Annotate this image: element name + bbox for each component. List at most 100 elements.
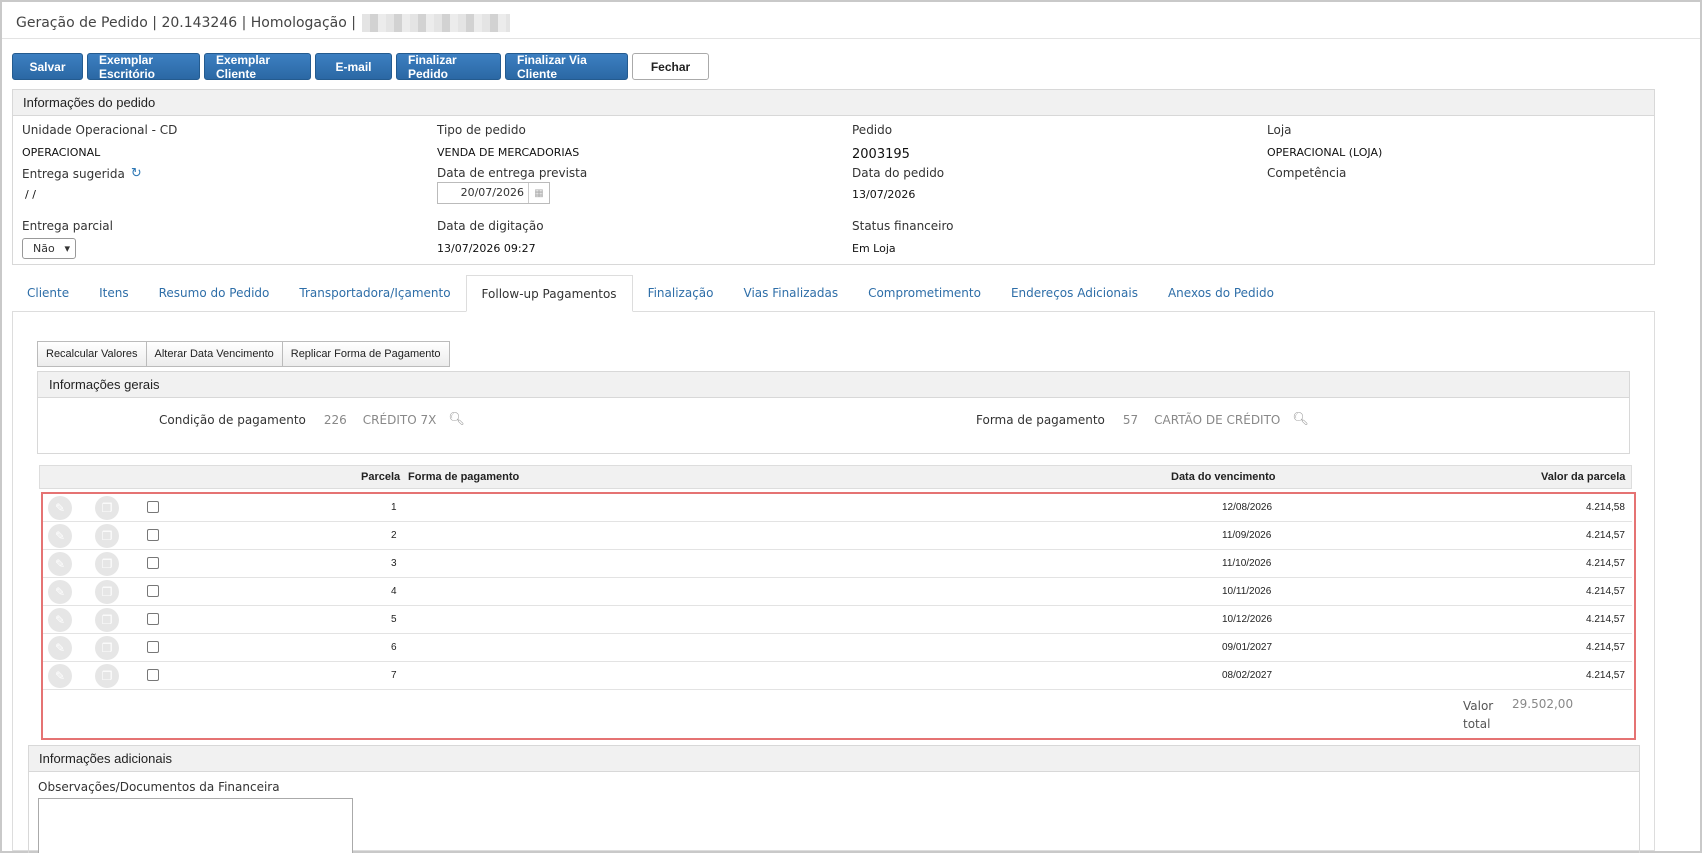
tab-resumo-pedido[interactable]: Resumo do Pedido bbox=[144, 275, 285, 311]
status-label: Status financeiro bbox=[852, 219, 954, 233]
data-entrega-value[interactable]: 20/07/2026 bbox=[438, 183, 528, 203]
copy-icon[interactable]: ❐ bbox=[95, 552, 119, 576]
valor-cell: 4.214,57 bbox=[1586, 530, 1625, 541]
edit-icon[interactable]: ✎ bbox=[48, 580, 72, 604]
tipo-value: VENDA DE MERCADORIAS bbox=[437, 146, 580, 159]
table-row: ✎ ❐ 7 08/02/2027 4.214,57 bbox=[43, 662, 1632, 690]
edit-icon[interactable]: ✎ bbox=[48, 664, 72, 688]
tab-transportadora[interactable]: Transportadora/Içamento bbox=[284, 275, 465, 311]
finalize-order-button[interactable]: Finalizar Pedido bbox=[396, 53, 501, 81]
tab-enderecos-adicionais[interactable]: Endereços Adicionais bbox=[996, 275, 1153, 311]
loja-value: OPERACIONAL (LOJA) bbox=[1267, 146, 1383, 159]
condition-desc: CRÉDITO 7X bbox=[362, 412, 437, 427]
data-cell: 08/02/2027 bbox=[1222, 670, 1273, 681]
table-row: ✎ ❐ 5 10/12/2026 4.214,57 bbox=[43, 606, 1632, 634]
edit-icon[interactable]: ✎ bbox=[48, 496, 72, 520]
col-parcela: Parcela bbox=[361, 471, 401, 483]
tab-anexos-pedido[interactable]: Anexos do Pedido bbox=[1153, 275, 1289, 311]
row-checkbox[interactable] bbox=[147, 501, 159, 513]
tipo-label: Tipo de pedido bbox=[437, 123, 526, 137]
obs-textarea[interactable] bbox=[38, 798, 353, 853]
copy-icon[interactable]: ❐ bbox=[95, 664, 119, 688]
tab-bar: Cliente Itens Resumo do Pedido Transport… bbox=[12, 275, 1655, 312]
edit-icon[interactable]: ✎ bbox=[48, 608, 72, 632]
save-button[interactable]: Salvar bbox=[12, 53, 83, 80]
tab-comprometimento[interactable]: Comprometimento bbox=[853, 275, 996, 311]
row-checkbox[interactable] bbox=[147, 585, 159, 597]
parcela-cell: 5 bbox=[391, 614, 397, 625]
payment-method: Forma de pagamento 57 CARTÃO DE CRÉDITO … bbox=[976, 412, 1309, 427]
row-checkbox[interactable] bbox=[147, 529, 159, 541]
parcela-cell: 4 bbox=[391, 586, 397, 597]
row-checkbox[interactable] bbox=[147, 669, 159, 681]
pedido-label: Pedido bbox=[852, 123, 893, 137]
finalize-via-client-button[interactable]: Finalizar Via Cliente bbox=[505, 53, 628, 81]
parcela-cell: 7 bbox=[391, 670, 397, 681]
data-entrega-input[interactable]: 20/07/2026 ▦ bbox=[437, 182, 550, 204]
unidade-value: OPERACIONAL bbox=[22, 146, 101, 159]
entrega-sugerida: Entrega sugerida ↻ bbox=[22, 166, 142, 181]
data-cell: 11/09/2026 bbox=[1222, 530, 1272, 541]
installments-header: Parcela Forma de pagamento Data do venci… bbox=[39, 465, 1632, 489]
loja-label: Loja bbox=[1267, 123, 1292, 137]
condition-label: Condição de pagamento bbox=[159, 412, 306, 427]
table-row: ✎ ❐ 4 10/11/2026 4.214,57 bbox=[43, 578, 1632, 606]
total-label: Valor total bbox=[1463, 697, 1493, 733]
edit-icon[interactable]: ✎ bbox=[48, 636, 72, 660]
entrega-parcial-label: Entrega parcial bbox=[22, 219, 113, 233]
col-valor-parcela: Valor da parcela bbox=[1541, 471, 1626, 483]
order-info-panel: Informações do pedido Unidade Operaciona… bbox=[12, 89, 1655, 265]
parcela-cell: 3 bbox=[391, 558, 397, 569]
tab-vias-finalizadas[interactable]: Vias Finalizadas bbox=[729, 275, 854, 311]
close-button[interactable]: Fechar bbox=[632, 53, 709, 80]
data-cell: 10/12/2026 bbox=[1222, 614, 1273, 625]
client-copy-button[interactable]: Exemplar Cliente bbox=[204, 53, 311, 81]
office-copy-button[interactable]: Exemplar Escritório bbox=[87, 53, 200, 81]
tab-finalizacao[interactable]: Finalização bbox=[633, 275, 729, 311]
search-icon[interactable]: 🔍︎ bbox=[1292, 412, 1309, 427]
row-checkbox[interactable] bbox=[147, 557, 159, 569]
main-toolbar: Salvar Exemplar Escritório Exemplar Clie… bbox=[12, 53, 709, 81]
tab-itens[interactable]: Itens bbox=[84, 275, 143, 311]
data-pedido-value: 13/07/2026 bbox=[852, 188, 916, 201]
row-checkbox[interactable] bbox=[147, 641, 159, 653]
parcela-cell: 6 bbox=[391, 642, 397, 653]
pedido-value: 2003195 bbox=[852, 147, 910, 162]
copy-icon[interactable]: ❐ bbox=[95, 608, 119, 632]
competencia-label: Competência bbox=[1267, 166, 1347, 180]
calendar-icon[interactable]: ▦ bbox=[528, 183, 549, 203]
edit-icon[interactable]: ✎ bbox=[48, 552, 72, 576]
tab-followup-pagamentos[interactable]: Follow-up Pagamentos bbox=[465, 275, 633, 312]
replicate-payment-button[interactable]: Replicar Forma de Pagamento bbox=[282, 341, 450, 367]
valor-cell: 4.214,57 bbox=[1586, 642, 1625, 653]
installments-table: ✎ ❐ 1 12/08/2026 4.214,58 ✎ ❐ 2 11/09/20… bbox=[41, 492, 1636, 740]
edit-icon[interactable]: ✎ bbox=[48, 524, 72, 548]
row-checkbox[interactable] bbox=[147, 613, 159, 625]
refresh-icon[interactable]: ↻ bbox=[131, 166, 142, 181]
total-value: 29.502,00 bbox=[1512, 697, 1574, 711]
data-pedido-label: Data do pedido bbox=[852, 166, 945, 180]
obs-label: Observações/Documentos da Financeira bbox=[38, 780, 280, 794]
data-cell: 11/10/2026 bbox=[1222, 558, 1272, 569]
data-digitacao-label: Data de digitação bbox=[437, 219, 544, 233]
total-label-line1: Valor bbox=[1463, 699, 1494, 713]
copy-icon[interactable]: ❐ bbox=[95, 496, 119, 520]
additional-info-title: Informações adicionais bbox=[29, 746, 1639, 772]
method-code: 57 bbox=[1122, 412, 1139, 427]
copy-icon[interactable]: ❐ bbox=[95, 580, 119, 604]
copy-icon[interactable]: ❐ bbox=[95, 636, 119, 660]
change-due-date-button[interactable]: Alterar Data Vencimento bbox=[146, 341, 283, 367]
total-label-line2: total bbox=[1463, 717, 1491, 731]
tab-cliente[interactable]: Cliente bbox=[12, 275, 84, 311]
recalculate-button[interactable]: Recalcular Valores bbox=[37, 341, 147, 367]
copy-icon[interactable]: ❐ bbox=[95, 524, 119, 548]
search-icon[interactable]: 🔍︎ bbox=[448, 412, 465, 427]
parcela-cell: 2 bbox=[391, 530, 397, 541]
redacted-user bbox=[362, 14, 510, 32]
entrega-parcial-select[interactable]: Não ▾ bbox=[22, 238, 76, 259]
data-digitacao-value: 13/07/2026 09:27 bbox=[437, 242, 536, 255]
valor-cell: 4.214,57 bbox=[1586, 558, 1625, 569]
email-button[interactable]: E-mail bbox=[315, 53, 392, 80]
order-info-title: Informações do pedido bbox=[13, 90, 1654, 116]
status-value: Em Loja bbox=[852, 242, 896, 255]
